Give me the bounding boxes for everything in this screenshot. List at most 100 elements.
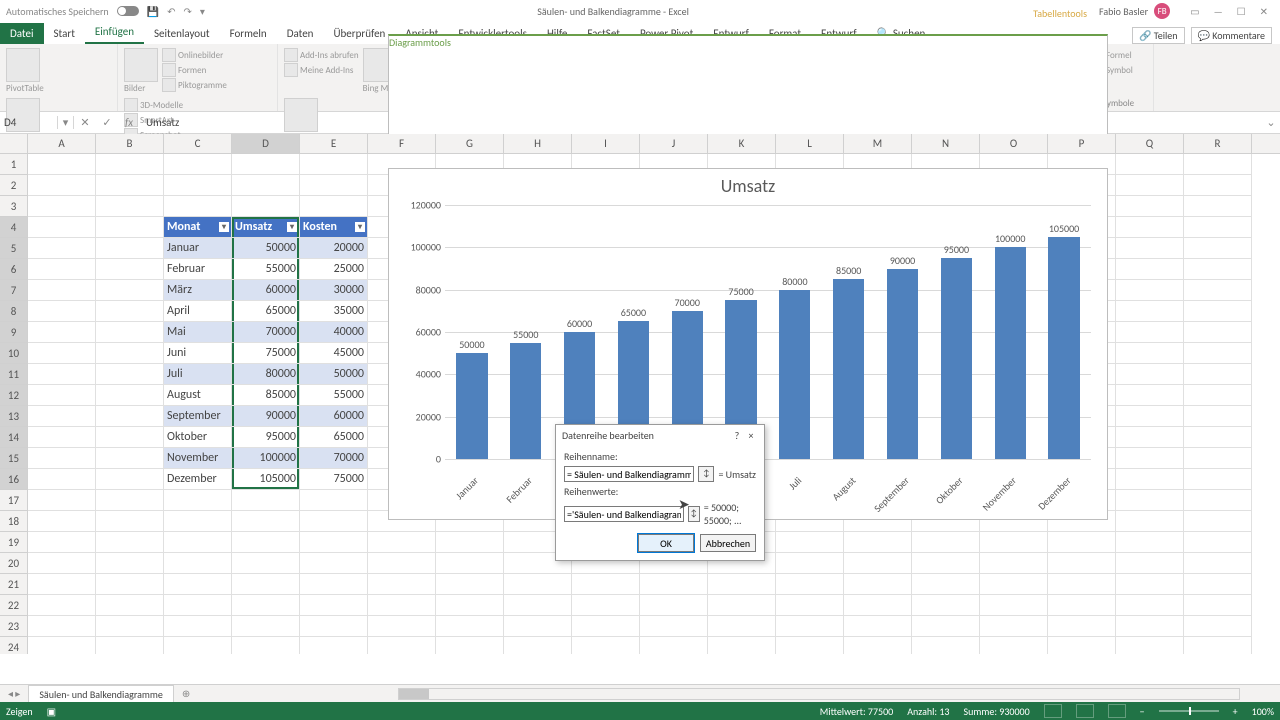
cell[interactable]: 90000 bbox=[232, 406, 300, 427]
cell[interactable] bbox=[300, 196, 368, 217]
row-header[interactable]: 1 bbox=[0, 154, 27, 175]
cell[interactable] bbox=[776, 574, 844, 595]
enter-formula-icon[interactable]: ✓ bbox=[96, 116, 118, 129]
cell[interactable] bbox=[232, 196, 300, 217]
cell[interactable]: Januar bbox=[164, 238, 232, 259]
cell[interactable] bbox=[96, 469, 164, 490]
col-header[interactable]: B bbox=[96, 134, 164, 153]
cell[interactable] bbox=[28, 343, 96, 364]
cell[interactable]: 80000 bbox=[232, 364, 300, 385]
cell[interactable] bbox=[436, 553, 504, 574]
cell[interactable] bbox=[1116, 301, 1184, 322]
cell[interactable] bbox=[232, 175, 300, 196]
cell[interactable] bbox=[776, 616, 844, 637]
cell[interactable] bbox=[436, 616, 504, 637]
col-header[interactable]: P bbox=[1048, 134, 1116, 153]
cell[interactable]: Mai bbox=[164, 322, 232, 343]
cell[interactable] bbox=[1116, 280, 1184, 301]
chart-bar[interactable] bbox=[779, 290, 810, 459]
cell[interactable] bbox=[1184, 406, 1252, 427]
tab-review[interactable]: Überprüfen bbox=[323, 23, 395, 44]
col-header[interactable]: G bbox=[436, 134, 504, 153]
cell[interactable] bbox=[28, 322, 96, 343]
col-header[interactable]: C bbox=[164, 134, 232, 153]
cell[interactable]: September bbox=[164, 406, 232, 427]
cell[interactable] bbox=[1116, 637, 1184, 654]
cell[interactable] bbox=[1184, 154, 1252, 175]
cell[interactable] bbox=[776, 637, 844, 654]
cell[interactable] bbox=[504, 616, 572, 637]
cell[interactable] bbox=[96, 406, 164, 427]
cell[interactable] bbox=[708, 595, 776, 616]
chart-bar[interactable] bbox=[1048, 237, 1079, 459]
cell[interactable] bbox=[1116, 532, 1184, 553]
cell[interactable] bbox=[28, 175, 96, 196]
cell[interactable] bbox=[844, 532, 912, 553]
cell[interactable] bbox=[1116, 406, 1184, 427]
cell[interactable]: 40000 bbox=[300, 322, 368, 343]
cell[interactable]: Juli bbox=[164, 364, 232, 385]
cell[interactable] bbox=[28, 364, 96, 385]
chart-bar[interactable] bbox=[833, 279, 864, 459]
chart-plot-area[interactable]: 02000040000600008000010000012000050000Ja… bbox=[445, 205, 1091, 459]
tab-formulas[interactable]: Formeln bbox=[220, 23, 277, 44]
cell[interactable]: 20000 bbox=[300, 238, 368, 259]
col-header[interactable]: I bbox=[572, 134, 640, 153]
cell[interactable] bbox=[912, 532, 980, 553]
cell[interactable]: April bbox=[164, 301, 232, 322]
cell[interactable] bbox=[232, 154, 300, 175]
row-header[interactable]: 24 bbox=[0, 637, 27, 654]
cell[interactable] bbox=[164, 595, 232, 616]
cell[interactable] bbox=[96, 511, 164, 532]
cell[interactable] bbox=[96, 364, 164, 385]
cell[interactable] bbox=[1116, 574, 1184, 595]
cell[interactable] bbox=[912, 595, 980, 616]
cell[interactable] bbox=[1184, 175, 1252, 196]
save-icon[interactable]: 💾 bbox=[147, 5, 159, 18]
cell[interactable] bbox=[232, 490, 300, 511]
row-header[interactable]: 15 bbox=[0, 448, 27, 469]
col-header[interactable]: K bbox=[708, 134, 776, 153]
cell[interactable] bbox=[232, 553, 300, 574]
cell[interactable] bbox=[436, 532, 504, 553]
cell[interactable] bbox=[28, 154, 96, 175]
cell[interactable] bbox=[300, 637, 368, 654]
cell[interactable] bbox=[96, 154, 164, 175]
cell[interactable]: 25000 bbox=[300, 259, 368, 280]
select-all-corner[interactable] bbox=[0, 134, 28, 154]
sheet-tab[interactable]: Säulen- und Balkendiagramme bbox=[28, 685, 174, 703]
models-button[interactable]: 3D-Modelle bbox=[124, 98, 183, 112]
col-header[interactable]: J bbox=[640, 134, 708, 153]
get-addins-button[interactable]: Add-Ins abrufen bbox=[284, 48, 359, 62]
cell[interactable]: Februar bbox=[164, 259, 232, 280]
col-header[interactable]: A bbox=[28, 134, 96, 153]
cell[interactable] bbox=[844, 637, 912, 654]
cell[interactable] bbox=[28, 217, 96, 238]
cell[interactable] bbox=[844, 595, 912, 616]
cell[interactable] bbox=[1184, 427, 1252, 448]
cell[interactable] bbox=[572, 574, 640, 595]
fx-icon[interactable]: fx bbox=[118, 116, 140, 129]
cell[interactable] bbox=[1184, 196, 1252, 217]
icons-button[interactable]: Piktogramme bbox=[162, 78, 227, 92]
cell[interactable] bbox=[1184, 511, 1252, 532]
row-header[interactable]: 21 bbox=[0, 574, 27, 595]
cell[interactable] bbox=[28, 532, 96, 553]
cell[interactable] bbox=[1116, 427, 1184, 448]
close-icon[interactable]: ✕ bbox=[1260, 5, 1268, 18]
name-box-dropdown-icon[interactable]: ▾ bbox=[58, 116, 74, 129]
cell[interactable] bbox=[164, 175, 232, 196]
online-pictures-button[interactable]: Onlinebilder bbox=[162, 48, 227, 62]
cell[interactable] bbox=[708, 574, 776, 595]
cell[interactable] bbox=[28, 490, 96, 511]
cell[interactable] bbox=[1116, 364, 1184, 385]
cell[interactable] bbox=[96, 175, 164, 196]
row-header[interactable]: 17 bbox=[0, 490, 27, 511]
cell[interactable] bbox=[1184, 616, 1252, 637]
row-header[interactable]: 11 bbox=[0, 364, 27, 385]
cell[interactable] bbox=[368, 616, 436, 637]
cell[interactable]: 50000 bbox=[300, 364, 368, 385]
cell[interactable] bbox=[1116, 217, 1184, 238]
cell[interactable] bbox=[28, 301, 96, 322]
cell[interactable]: März bbox=[164, 280, 232, 301]
